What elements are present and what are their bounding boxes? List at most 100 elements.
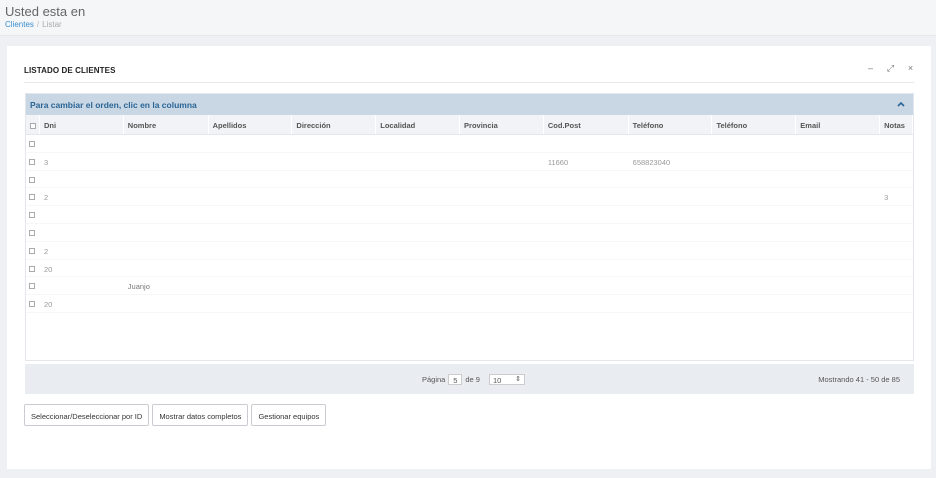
column-header-localidad[interactable]: Localidad [376, 115, 461, 134]
table-row[interactable] [26, 224, 913, 242]
cell-nombre [124, 224, 209, 241]
panel-divider [24, 82, 914, 83]
cell-cp [544, 171, 629, 188]
row-checkbox[interactable] [26, 295, 40, 312]
cell-nombre [124, 171, 209, 188]
cell-cp [544, 295, 629, 312]
grid-body: 3 11660 658823040 2 3 2 20 Juanjo 20 [26, 135, 913, 313]
cell-cp [544, 188, 629, 205]
cell-direccion [292, 188, 376, 205]
cell-dni [40, 224, 124, 241]
cell-dni: 2 [43, 193, 49, 203]
cell-provincia [460, 224, 544, 241]
page-number-input[interactable]: 5 [448, 374, 463, 385]
cell-tel2 [712, 188, 796, 205]
table-row[interactable] [26, 206, 913, 224]
cell-direccion [292, 153, 376, 170]
column-header-notas[interactable]: Notas [880, 115, 914, 134]
cell-notas [880, 277, 913, 294]
table-row[interactable]: 23 [26, 188, 913, 207]
column-header-dni[interactable]: Dni [40, 115, 124, 134]
manage-equipment-button[interactable]: Gestionar equipos [251, 404, 327, 426]
cell-cp [544, 224, 629, 241]
cell-apellidos [209, 260, 293, 277]
action-buttons: Seleccionar/Deseleccionar por ID Mostrar… [24, 404, 327, 426]
table-row[interactable] [26, 135, 913, 153]
cell-tel1 [629, 171, 713, 188]
column-header-apellidos[interactable]: Apellidos [209, 115, 293, 134]
cell-cp [544, 242, 629, 259]
row-checkbox[interactable] [26, 171, 40, 188]
cell-nombre: Juanjo [127, 282, 150, 292]
row-checkbox[interactable] [26, 135, 40, 152]
column-header-direccion[interactable]: Dirección [292, 115, 377, 134]
cell-apellidos [209, 242, 293, 259]
cell-tel1 [629, 224, 713, 241]
row-checkbox[interactable] [26, 260, 40, 277]
row-checkbox[interactable] [26, 188, 40, 205]
grid-caption[interactable]: Para cambiar el orden, clic en la column… [26, 94, 913, 115]
cell-direccion [292, 224, 376, 241]
table-row[interactable]: 2 [26, 242, 913, 260]
column-header-telefono-2[interactable]: Teléfono [712, 115, 797, 134]
cell-email [796, 260, 880, 277]
cell-nombre [124, 188, 209, 205]
cell-cp [544, 277, 629, 294]
row-checkbox[interactable] [26, 242, 40, 259]
grid-header: Dni Nombre Apellidos Dirección Localidad… [26, 115, 914, 135]
column-header-nombre[interactable]: Nombre [124, 115, 209, 134]
expand-icon[interactable]: ⤢ [886, 63, 895, 74]
column-header-codpost[interactable]: Cod.Post [544, 115, 629, 134]
cell-provincia [460, 277, 544, 294]
table-row[interactable]: 20 [26, 295, 913, 313]
cell-tel2 [712, 277, 796, 294]
table-row[interactable]: 3 11660 658823040 [26, 153, 913, 171]
select-all-checkbox[interactable] [26, 115, 40, 134]
close-icon[interactable]: × [906, 63, 915, 74]
row-checkbox[interactable] [26, 277, 40, 294]
cell-localidad [376, 206, 460, 223]
cell-apellidos [209, 277, 293, 294]
column-header-provincia[interactable]: Provincia [460, 115, 544, 134]
cell-email [796, 242, 880, 259]
row-checkbox[interactable] [26, 206, 40, 223]
cell-tel1 [629, 135, 713, 152]
cell-dni [40, 171, 124, 188]
cell-tel2 [712, 171, 796, 188]
cell-tel1: 658823040 [632, 157, 671, 167]
cell-direccion [292, 260, 376, 277]
cell-notas [880, 260, 913, 277]
table-row[interactable]: Juanjo [26, 277, 913, 296]
rows-per-page-select[interactable]: 10 ⇕ [488, 374, 525, 385]
cell-notas [880, 242, 913, 259]
cell-nombre [124, 206, 209, 223]
row-checkbox[interactable] [26, 224, 40, 241]
cell-direccion [292, 171, 376, 188]
row-checkbox[interactable] [26, 153, 40, 170]
page-label: Página [422, 375, 446, 384]
grid-footer: Página 5 de 9 10 ⇕ Mostrando 41 - 50 de 8… [25, 364, 914, 394]
cell-apellidos [209, 135, 293, 152]
cell-localidad [376, 171, 460, 188]
clients-panel: LISTADO DE CLIENTES – ⤢ × Para cambiar e… [7, 46, 931, 469]
table-row[interactable]: 20 [26, 260, 913, 278]
column-header-email[interactable]: Email [796, 115, 881, 134]
cell-notas [880, 135, 913, 152]
cell-nombre [124, 260, 209, 277]
page-header: Usted esta en Clientes / Listar [0, 0, 936, 36]
cell-tel2 [712, 295, 796, 312]
cell-notas: 3 [884, 193, 889, 203]
show-full-data-button[interactable]: Mostrar datos completos [152, 404, 249, 426]
cell-provincia [460, 135, 544, 152]
select-by-id-button[interactable]: Seleccionar/Deseleccionar por ID [24, 404, 150, 426]
column-header-telefono[interactable]: Teléfono [629, 115, 713, 134]
cell-tel1 [629, 242, 713, 259]
minimize-icon[interactable]: – [866, 63, 875, 74]
chevron-up-icon[interactable] [897, 99, 905, 109]
cell-direccion [292, 242, 376, 259]
table-row[interactable] [26, 171, 913, 189]
page-title: Usted esta en [5, 4, 86, 19]
select-arrows-icon: ⇕ [515, 376, 521, 383]
breadcrumb-link-clientes[interactable]: Clientes [5, 20, 34, 29]
cell-provincia [460, 206, 544, 223]
